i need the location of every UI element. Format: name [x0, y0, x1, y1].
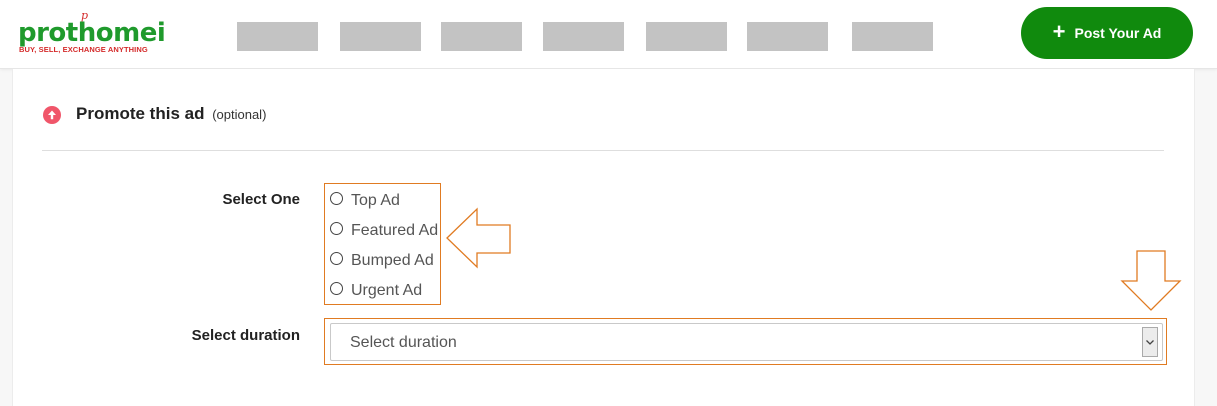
ad-type-radio-group: Top Ad Featured Ad Bumped Ad Urgent Ad [324, 183, 441, 305]
logo-tagline: BUY, SELL, EXCHANGE ANYTHING [19, 45, 148, 54]
radio-button[interactable] [330, 192, 343, 205]
duration-select[interactable]: Select duration [330, 323, 1163, 361]
radio-button[interactable] [330, 252, 343, 265]
duration-select-highlight: Select duration [324, 318, 1167, 365]
radio-option-urgent-ad[interactable]: Urgent Ad [330, 281, 422, 301]
nav-item-placeholder[interactable] [852, 22, 933, 51]
arrow-up-circle-icon [43, 106, 61, 124]
radio-option-label: Bumped Ad [351, 252, 434, 269]
nav-item-placeholder[interactable] [237, 22, 318, 51]
plus-icon: + [1052, 19, 1066, 44]
radio-option-featured-ad[interactable]: Featured Ad [330, 221, 438, 241]
select-duration-label: Select duration [191, 327, 300, 344]
post-your-ad-button[interactable]: + Post Your Ad [1021, 7, 1193, 59]
nav-item-placeholder[interactable] [747, 22, 828, 51]
annotation-down-arrow-icon [1120, 250, 1182, 311]
nav-item-placeholder[interactable] [646, 22, 727, 51]
section-divider [42, 150, 1164, 151]
radio-option-label: Top Ad [351, 192, 400, 209]
optional-note: (optional) [212, 107, 267, 122]
logo-name: prothomei [18, 18, 166, 48]
annotation-left-arrow-icon [446, 207, 511, 269]
radio-option-label: Featured Ad [351, 222, 439, 239]
post-your-ad-label: Post Your Ad [1074, 25, 1162, 41]
site-header: p prothomei BUY, SELL, EXCHANGE ANYTHING… [0, 0, 1217, 69]
site-logo[interactable]: p prothomei BUY, SELL, EXCHANGE ANYTHING [18, 9, 168, 60]
radio-option-top-ad[interactable]: Top Ad [330, 191, 400, 211]
select-one-label: Select One [222, 191, 300, 208]
nav-item-placeholder[interactable] [543, 22, 624, 51]
section-title-text: Promote this ad [76, 104, 205, 123]
section-title: Promote this ad (optional) [76, 104, 266, 124]
radio-button[interactable] [330, 222, 343, 235]
nav-item-placeholder[interactable] [441, 22, 522, 51]
duration-select-value: Select duration [350, 334, 457, 351]
radio-option-label: Urgent Ad [351, 282, 423, 299]
nav-item-placeholder[interactable] [340, 22, 421, 51]
radio-button[interactable] [330, 282, 343, 295]
chevron-down-icon[interactable] [1142, 327, 1158, 357]
radio-option-bumped-ad[interactable]: Bumped Ad [330, 251, 434, 271]
